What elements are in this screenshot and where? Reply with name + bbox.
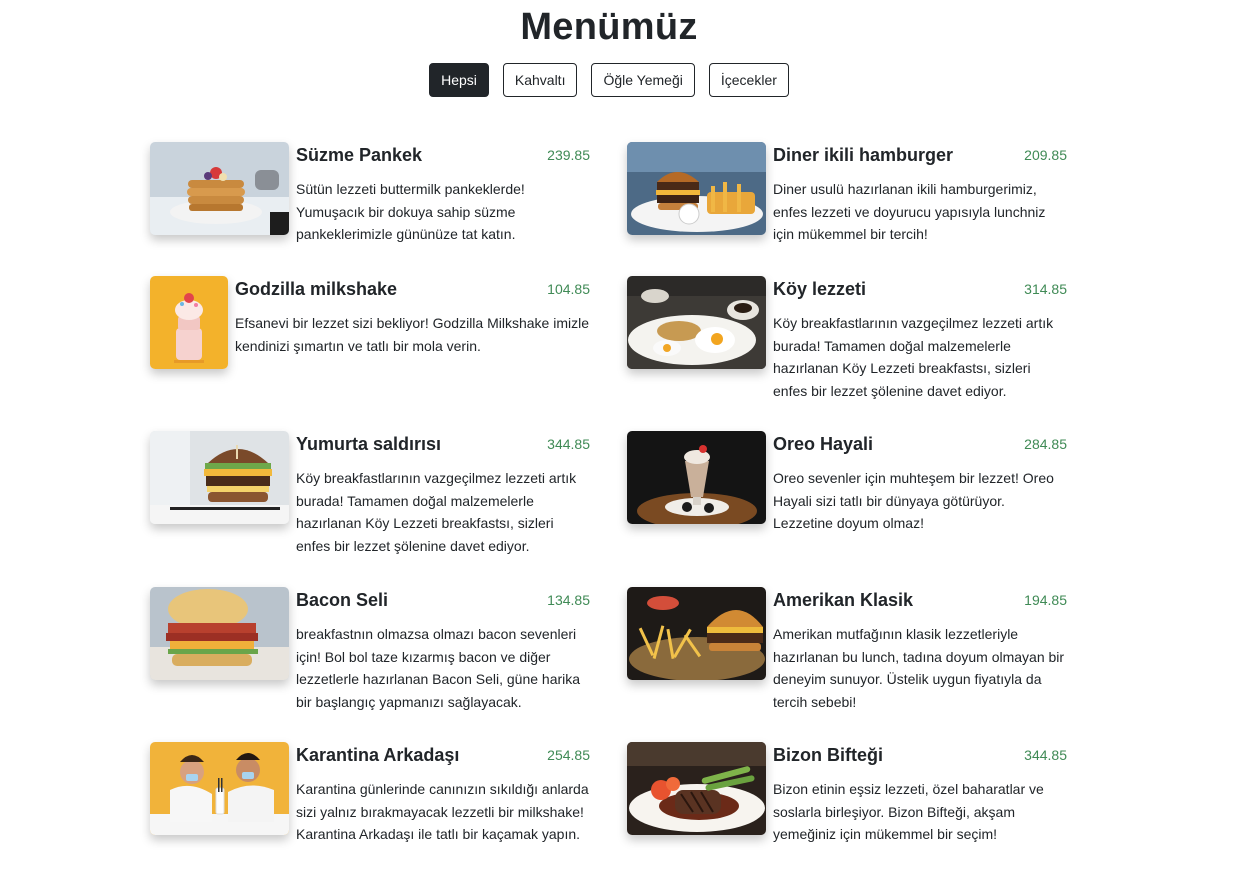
menu-item-description: Efsanevi bir lezzet sizi bekliyor! Godzi… — [235, 315, 590, 354]
menu-item-description: Bizon etinin eşsiz lezzeti, özel baharat… — [773, 781, 1044, 842]
menu-item-name: Diner ikili hamburger — [773, 145, 954, 165]
menu-item-description: Köy breakfastlarının vazgeçilmez lezzeti… — [773, 315, 1054, 399]
steak-photo — [627, 742, 766, 835]
menu-item-name: Süzme Pankek — [296, 145, 423, 165]
filter-breakfast-button[interactable]: Kahvaltı — [502, 63, 578, 97]
menu-item-name: Yumurta saldırısı — [296, 434, 442, 454]
menu-item-price: 239.85 — [547, 147, 590, 163]
menu-item-price: 314.85 — [1024, 281, 1067, 297]
menu-item-description: Köy breakfastlarının vazgeçilmez lezzeti… — [296, 470, 577, 554]
menu-item-description: breakfastnın olmazsa olmazı bacon sevenl… — [296, 626, 581, 710]
filter-all-button[interactable]: Hepsi — [429, 63, 489, 97]
bacon-sandwich-photo — [150, 587, 289, 680]
menu-item-description: Sütün lezzeti buttermilk pankeklerde! Yu… — [296, 181, 525, 242]
menu-item-description: Oreo sevenler için muhteşem bir lezzet! … — [773, 470, 1054, 531]
menu-item-price: 104.85 — [547, 281, 590, 297]
menu-item-name: Karantina Arkadaşı — [296, 745, 460, 765]
menu-item-name: Bacon Seli — [296, 590, 389, 610]
menu-item-description: Amerikan mutfağının klasik lezzetleriyle… — [773, 626, 1065, 710]
menu-item-description: Diner usulü hazırlanan ikili hamburgerim… — [773, 181, 1046, 242]
village-breakfast-photo — [627, 276, 766, 369]
filter-drinks-button[interactable]: İçecekler — [708, 63, 789, 97]
menu-item-name: Köy lezzeti — [773, 279, 867, 299]
double-burger-photo — [627, 142, 766, 235]
menu-item-price: 344.85 — [547, 436, 590, 452]
menu-item-price: 209.85 — [1024, 147, 1067, 163]
quarantine-shake-photo — [150, 742, 289, 835]
milkshake-photo — [150, 276, 228, 369]
page-title: Menümüz — [520, 6, 698, 48]
menu-item-name: Bizon Bifteği — [773, 745, 883, 765]
menu-item-price: 134.85 — [547, 592, 590, 608]
menu-item-name: Amerikan Klasik — [773, 590, 914, 610]
menu-item-name: Oreo Hayali — [773, 434, 874, 454]
menu-item-name: Godzilla milkshake — [235, 279, 398, 299]
category-filter-bar: Hepsi Kahvaltı Öğle Yemeği İçecekler — [0, 63, 1218, 97]
egg-burger-photo — [150, 431, 289, 524]
classic-burger-photo — [627, 587, 766, 680]
pancake-photo — [150, 142, 289, 235]
oreo-shake-photo — [627, 431, 766, 524]
menu-item-price: 284.85 — [1024, 436, 1067, 452]
menu-item-price: 194.85 — [1024, 592, 1067, 608]
filter-lunch-button[interactable]: Öğle Yemeği — [591, 63, 695, 97]
menu-item-description: Karantina günlerinde canınızın sıkıldığı… — [296, 781, 589, 842]
menu-item-price: 344.85 — [1024, 747, 1067, 763]
menu-item-price: 254.85 — [547, 747, 590, 763]
